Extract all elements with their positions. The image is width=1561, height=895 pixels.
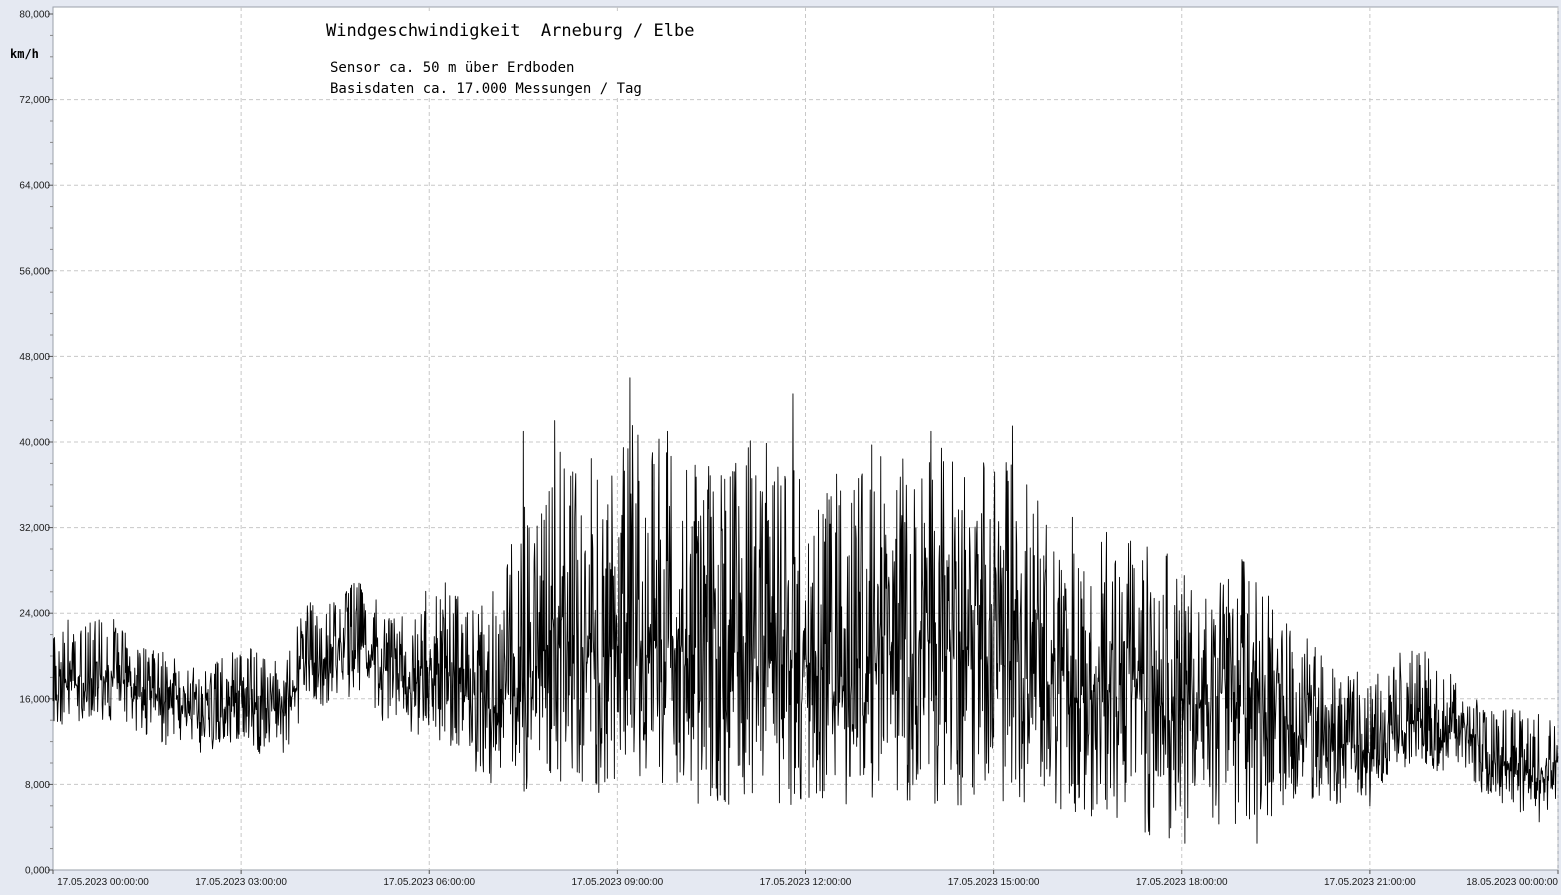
- y-tick-label: 72,000: [19, 95, 50, 106]
- wind-speed-chart: 0,000 8,000 16,000 24,000 32,000 40,000 48,000…: [10, 6, 1559, 888]
- x-tick-label: 17.05.2023 03:00:00: [195, 877, 287, 888]
- x-tick-label: 17.05.2023 09:00:00: [571, 877, 663, 888]
- y-tick-label: 64,000: [19, 181, 50, 192]
- chart-subtitle-basis: Basisdaten ca. 17.000 Messungen / Tag: [330, 81, 642, 97]
- x-tick-label: 18.05.2023 00:00:00: [1466, 877, 1558, 888]
- y-tick-label: 16,000: [19, 694, 50, 705]
- y-tick-label: 8,000: [25, 780, 50, 791]
- y-tick-label: 32,000: [19, 523, 50, 534]
- x-tick-label: 17.05.2023 21:00:00: [1324, 877, 1416, 888]
- y-tick-label: 24,000: [19, 609, 50, 620]
- y-tick-label: 56,000: [19, 266, 50, 277]
- y-tick-label: 0,000: [25, 866, 50, 877]
- y-tick-label: 80,000: [19, 10, 50, 21]
- x-tick-label: 17.05.2023 18:00:00: [1136, 877, 1228, 888]
- x-axis-ticks: 17.05.2023 00:00:00 17.05.2023 03:00:00 17…: [52, 870, 1559, 888]
- x-tick-label: 17.05.2023 06:00:00: [383, 877, 475, 888]
- chart-title: Windgeschwindigkeit Arneburg / Elbe: [326, 21, 694, 41]
- y-tick-label: 40,000: [19, 438, 50, 449]
- y-axis-unit-label: km/h: [10, 47, 39, 61]
- chart-subtitle-sensor: Sensor ca. 50 m über Erdboden: [330, 60, 574, 76]
- x-tick-label: 17.05.2023 00:00:00: [57, 877, 149, 888]
- y-axis-ticks: 0,000 8,000 16,000 24,000 32,000 40,000 48,000…: [19, 10, 53, 877]
- x-tick-label: 17.05.2023 15:00:00: [948, 877, 1040, 888]
- x-tick-label: 17.05.2023 12:00:00: [760, 877, 852, 888]
- y-tick-label: 48,000: [19, 352, 50, 363]
